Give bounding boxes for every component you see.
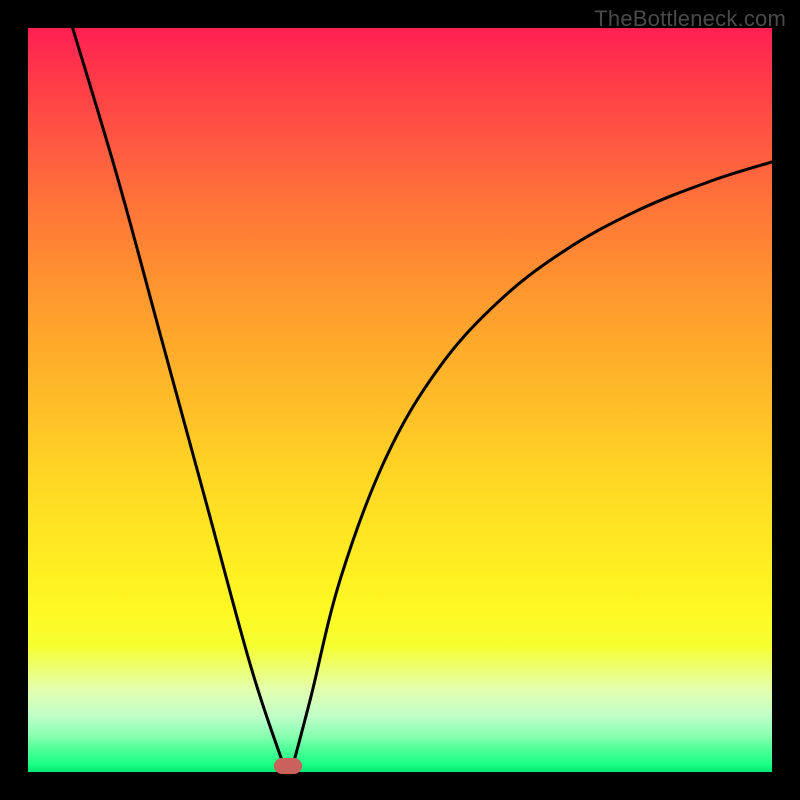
curve-layer xyxy=(28,28,772,772)
watermark-text: TheBottleneck.com xyxy=(594,6,786,32)
plot-area xyxy=(28,28,772,772)
curve-right-branch xyxy=(292,162,772,768)
vertex-marker xyxy=(274,758,302,774)
chart-frame: TheBottleneck.com xyxy=(0,0,800,800)
curve-left-branch xyxy=(73,28,285,768)
